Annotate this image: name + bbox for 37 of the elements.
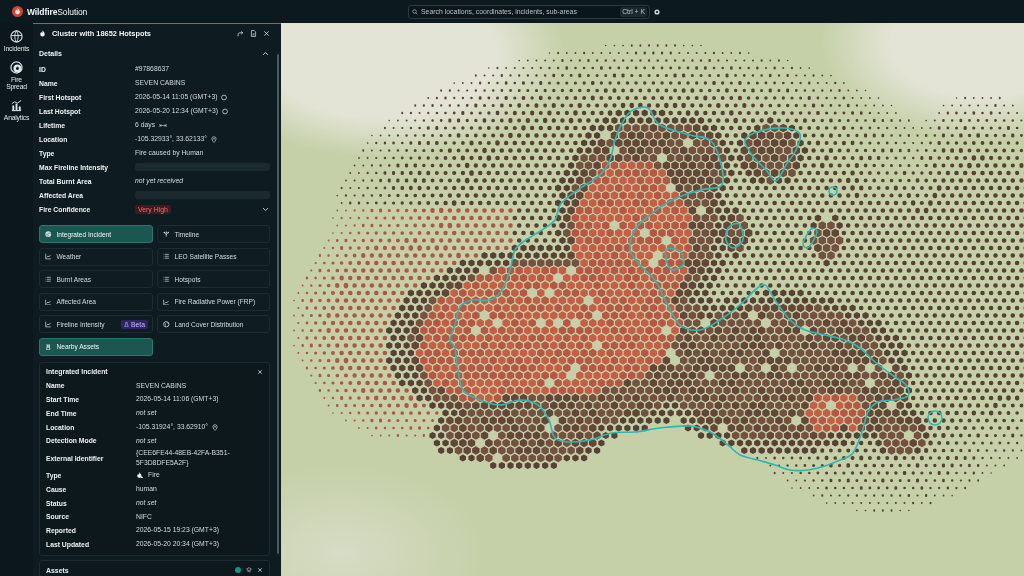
branch-icon bbox=[163, 230, 170, 238]
circle-icon bbox=[221, 107, 228, 115]
status-dot-icon bbox=[235, 567, 241, 574]
range-arrow-icon bbox=[159, 122, 168, 128]
flame-icon bbox=[136, 472, 144, 480]
chevron-icon[interactable] bbox=[262, 51, 269, 56]
map-pin-icon[interactable] bbox=[210, 135, 217, 143]
list-icon bbox=[163, 275, 170, 283]
search-icon bbox=[412, 8, 418, 15]
chevron-icon[interactable] bbox=[262, 206, 269, 212]
close-icon[interactable] bbox=[263, 30, 270, 37]
settings-icon[interactable] bbox=[654, 8, 660, 15]
line-chart-icon bbox=[163, 298, 170, 306]
bar-chart-icon bbox=[10, 99, 23, 112]
globe-icon bbox=[45, 230, 52, 238]
globe-icon bbox=[163, 321, 170, 328]
layers-icon[interactable] bbox=[246, 567, 252, 574]
flame-disc-icon bbox=[10, 61, 23, 74]
line-chart-icon bbox=[45, 298, 52, 306]
circle-icon bbox=[221, 93, 228, 101]
flame-logo-icon bbox=[12, 6, 23, 17]
list-icon bbox=[163, 253, 170, 260]
flame-icon bbox=[39, 30, 46, 37]
close-icon[interactable] bbox=[257, 368, 263, 375]
map-pin-icon[interactable] bbox=[211, 423, 218, 431]
list-icon bbox=[45, 275, 52, 283]
scrollbar-thumb[interactable] bbox=[277, 54, 279, 554]
document-icon[interactable] bbox=[250, 30, 257, 37]
close-icon[interactable] bbox=[257, 567, 263, 574]
tower-icon bbox=[45, 343, 52, 351]
line-chart-icon bbox=[45, 321, 52, 328]
app-title: WildfireSolution bbox=[27, 6, 88, 17]
map-placeholder[interactable] bbox=[281, 23, 1024, 576]
flask-icon bbox=[124, 321, 129, 327]
share-icon[interactable] bbox=[237, 30, 244, 37]
line-chart-icon bbox=[45, 253, 52, 260]
globe-icon bbox=[10, 30, 23, 43]
